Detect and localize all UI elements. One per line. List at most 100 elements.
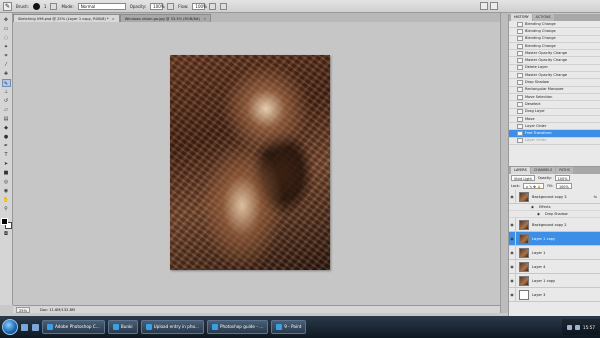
tab-layers[interactable]: LAYERS (511, 167, 530, 174)
mode-select[interactable]: Normal (77, 2, 126, 10)
history-snapshot-toggle[interactable] (509, 64, 515, 71)
layer-row[interactable]: ◉ Layer 1 (509, 245, 600, 260)
clone-stamp-tool-icon[interactable]: ⊥ (2, 88, 11, 96)
eye-icon[interactable]: ◉ (509, 217, 516, 232)
canvas-area[interactable] (13, 22, 500, 305)
history-snapshot-toggle[interactable] (509, 123, 515, 130)
history-snapshot-toggle[interactable] (509, 137, 515, 144)
quick-mask-icon[interactable]: ◘ (2, 230, 11, 238)
document-artwork[interactable] (170, 55, 330, 270)
workspace-button[interactable] (480, 2, 488, 10)
zoom-level-field[interactable]: 25% (16, 306, 30, 313)
airbrush-icon[interactable] (209, 2, 217, 10)
eye-icon[interactable]: ◉ (509, 189, 516, 204)
shape-tool-icon[interactable]: ■ (2, 169, 11, 177)
move-tool-icon[interactable]: ✥ (2, 16, 11, 24)
brush-panel-toggle-icon[interactable] (50, 2, 58, 10)
start-button[interactable] (2, 319, 18, 335)
layer-effects-row[interactable]: ◉ Effects (509, 204, 600, 211)
pen-tool-icon[interactable]: ✒ (2, 142, 11, 150)
color-swatches[interactable] (0, 218, 12, 229)
history-item[interactable]: Layer Order (509, 137, 600, 146)
close-icon[interactable]: × (112, 15, 115, 22)
history-snapshot-toggle[interactable] (509, 21, 515, 28)
opacity-field[interactable]: 100% (150, 2, 165, 10)
browser-quicklaunch-icon[interactable] (32, 323, 39, 331)
crop-tool-icon[interactable]: ⌗ (2, 52, 11, 60)
type-tool-icon[interactable]: T (2, 151, 11, 159)
doc-tab-windows-vision[interactable]: Windows vision.ga.jpg @ 33.3% (RGB/8#) × (119, 14, 212, 22)
history-snapshot-toggle[interactable] (509, 79, 515, 86)
eye-icon[interactable]: ◉ (509, 273, 516, 288)
history-brush-tool-icon[interactable]: ↺ (2, 97, 11, 105)
blur-tool-icon[interactable]: ◆ (2, 124, 11, 132)
layer-row[interactable]: ◉ Layer 3 (509, 287, 600, 302)
tab-paths[interactable]: PATHS (556, 167, 573, 174)
gradient-tool-icon[interactable]: ▤ (2, 115, 11, 123)
lock-icons[interactable]: ▫ ✎ ✥ 🔒 (522, 183, 545, 189)
history-snapshot-toggle[interactable] (509, 108, 515, 115)
drop-shadow-effect-row[interactable]: ◉ Drop Shadow (509, 211, 600, 218)
hand-tool-icon[interactable]: ✋ (2, 196, 11, 204)
history-snapshot-toggle[interactable] (509, 57, 515, 64)
history-item[interactable]: Deselect (509, 101, 600, 109)
layer-row[interactable]: ◉ Layer 4 (509, 259, 600, 274)
dodge-tool-icon[interactable]: ● (2, 133, 11, 141)
3d-orbit-tool-icon[interactable]: ◉ (2, 187, 11, 195)
brush-preset-picker[interactable] (32, 2, 40, 10)
zoom-tool-icon[interactable]: ⚲ (2, 205, 11, 213)
history-item[interactable]: Layer Order (509, 123, 600, 131)
history-snapshot-toggle[interactable] (509, 43, 515, 50)
taskbar-button[interactable]: Photoshop guide - ... (206, 320, 269, 334)
history-snapshot-toggle[interactable] (509, 28, 515, 35)
show-desktop-icon[interactable] (21, 323, 28, 331)
brush-tool-icon[interactable]: ✎ (3, 1, 12, 11)
fx-icon[interactable]: fx (594, 195, 597, 199)
volume-icon[interactable] (574, 324, 580, 330)
history-snapshot-toggle[interactable] (509, 86, 515, 93)
eye-icon[interactable]: ◉ (509, 231, 516, 246)
quick-select-tool-icon[interactable]: ✦ (2, 43, 11, 51)
taskbar-button[interactable]: 9 - Paint (271, 320, 307, 334)
layer-row[interactable]: ◉ Background copy 2 (509, 217, 600, 232)
layer-row[interactable]: ◉ Layer 1 copy (509, 231, 600, 246)
history-item[interactable]: Rectangular Marquee (509, 87, 600, 94)
flow-field[interactable]: 100% (192, 2, 207, 10)
doc-size-info[interactable]: Doc: 11.6M/132.8M (40, 308, 75, 312)
eyedropper-tool-icon[interactable]: ⁄ (2, 61, 11, 69)
eye-icon[interactable]: ◉ (537, 212, 542, 216)
layer-row[interactable]: ◉ Layer 1 copy (509, 273, 600, 288)
history-item[interactable]: Drag Layer (509, 109, 600, 116)
eye-icon[interactable]: ◉ (509, 245, 516, 260)
eye-icon[interactable]: ◉ (509, 259, 516, 274)
3d-rotate-tool-icon[interactable]: ◎ (2, 178, 11, 186)
layer-row[interactable]: ◉ Background copy 3 fx (509, 189, 600, 204)
network-icon[interactable] (566, 324, 572, 330)
history-item[interactable]: Move Selection (509, 94, 600, 102)
history-snapshot-toggle[interactable] (509, 130, 515, 137)
taskbar-button[interactable]: Bunki (107, 320, 138, 334)
history-item[interactable]: Master Opacity Change (509, 57, 600, 65)
healing-brush-tool-icon[interactable]: ✚ (2, 70, 11, 78)
history-snapshot-toggle[interactable] (509, 72, 515, 79)
path-select-tool-icon[interactable]: ➤ (2, 160, 11, 168)
lasso-tool-icon[interactable]: ◌ (2, 34, 11, 42)
fill-field[interactable]: 100% (555, 183, 572, 189)
brush-tool-icon-active[interactable]: ✎ (1, 79, 11, 87)
history-item[interactable]: Move (509, 116, 600, 124)
pressure-opacity-icon[interactable] (167, 2, 175, 10)
taskbar-button[interactable]: Upload entry in pho... (140, 320, 204, 334)
history-snapshot-toggle[interactable] (509, 101, 515, 108)
layer-opacity-field[interactable]: 100% (554, 175, 571, 181)
eye-icon[interactable]: ◉ (531, 205, 536, 209)
clock[interactable]: 15:57 (583, 325, 595, 330)
eraser-tool-icon[interactable]: ▱ (2, 106, 11, 114)
history-snapshot-toggle[interactable] (509, 116, 515, 123)
taskbar-button[interactable]: Adobe Photoshop C... (42, 320, 105, 334)
marquee-tool-icon[interactable]: ▭ (2, 25, 11, 33)
history-item[interactable]: Master Opacity Change (509, 72, 600, 80)
history-snapshot-toggle[interactable] (509, 35, 515, 42)
close-icon[interactable]: × (203, 15, 206, 22)
blend-mode-select[interactable]: Vivid Light (511, 175, 535, 181)
history-snapshot-toggle[interactable] (509, 94, 515, 101)
